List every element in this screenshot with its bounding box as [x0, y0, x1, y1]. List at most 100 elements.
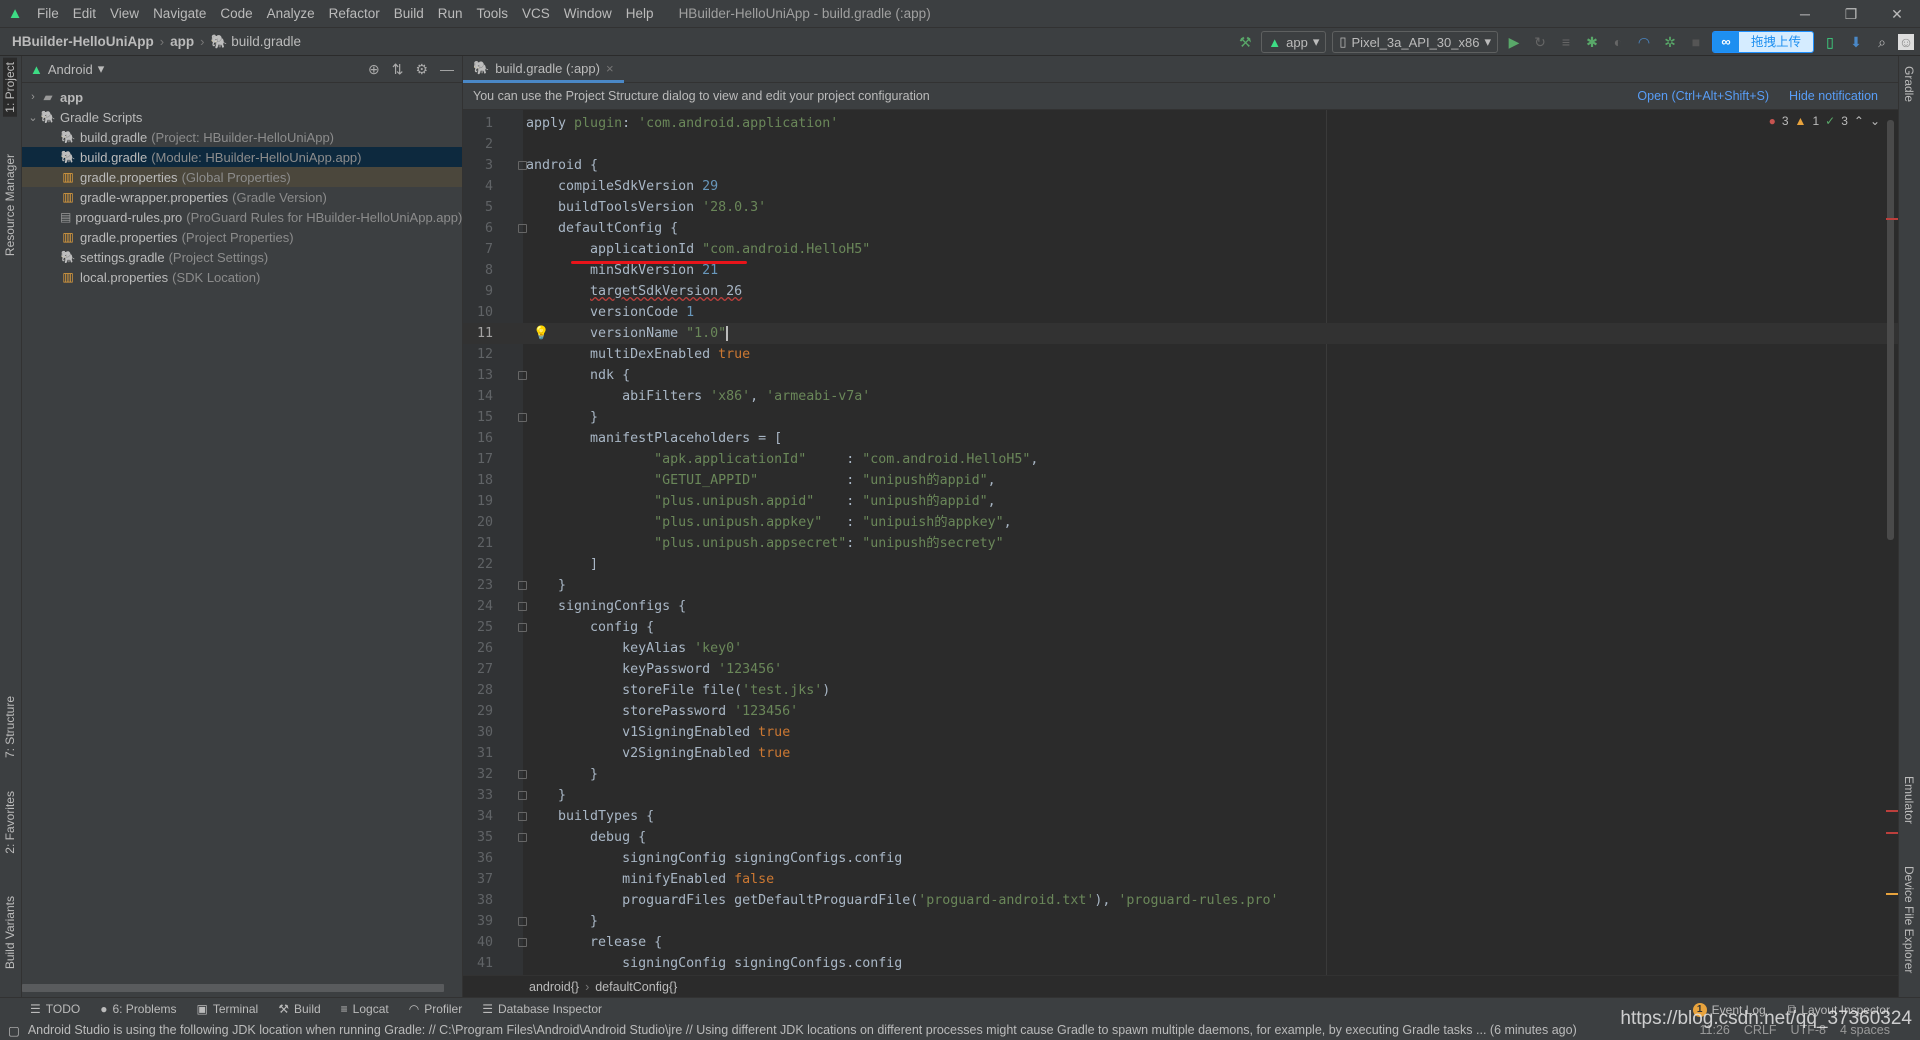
code-line[interactable]: 26 keyAlias 'key0': [463, 638, 1898, 659]
project-view-select[interactable]: Android: [48, 62, 93, 77]
breadcrumb-module[interactable]: app: [170, 34, 194, 49]
run-icon[interactable]: ▶: [1504, 34, 1524, 51]
line-number[interactable]: 26: [463, 638, 493, 659]
device-select[interactable]: ▯ Pixel_3a_API_30_x86 ▾: [1332, 31, 1498, 53]
restore-button[interactable]: ❐: [1828, 0, 1874, 28]
line-number[interactable]: 20: [463, 512, 493, 533]
profiler-tool-button[interactable]: ◠ Profiler: [409, 1002, 463, 1016]
code-line[interactable]: 11 💡 versionName "1.0": [463, 323, 1898, 344]
tree-item[interactable]: ▥ local.properties (SDK Location): [22, 267, 462, 287]
code-line[interactable]: 29 storePassword '123456': [463, 701, 1898, 722]
line-number[interactable]: 22: [463, 554, 493, 575]
apply-changes-icon[interactable]: ↻: [1530, 34, 1550, 51]
line-number[interactable]: 40: [463, 932, 493, 953]
menu-build[interactable]: Build: [387, 6, 431, 21]
line-number[interactable]: 10: [463, 302, 493, 323]
code-line[interactable]: 27 keyPassword '123456': [463, 659, 1898, 680]
code-line[interactable]: 23 }: [463, 575, 1898, 596]
code-line[interactable]: 15 }: [463, 407, 1898, 428]
breadcrumb-android[interactable]: android{}: [529, 980, 579, 994]
code-line[interactable]: 13 ndk {: [463, 365, 1898, 386]
menu-vcs[interactable]: VCS: [515, 6, 557, 21]
apply-code-changes-icon[interactable]: ≡: [1556, 34, 1576, 50]
gradle-tool-button[interactable]: Gradle: [1902, 66, 1916, 102]
code-line[interactable]: 30 v1SigningEnabled true: [463, 722, 1898, 743]
tree-item[interactable]: › ▰ app: [22, 87, 462, 107]
line-number[interactable]: 23: [463, 575, 493, 596]
code-line[interactable]: 22 ]: [463, 554, 1898, 575]
tree-item[interactable]: ▥ gradle.properties (Project Properties): [22, 227, 462, 247]
tool-windows-toggle-icon[interactable]: ▢: [8, 1023, 20, 1038]
error-marker[interactable]: [1886, 832, 1898, 834]
line-number[interactable]: 8: [463, 260, 493, 281]
todo-tool-button[interactable]: ☰ TODO: [30, 1002, 80, 1016]
collapse-all-icon[interactable]: ⇅: [392, 61, 404, 78]
line-number[interactable]: 4: [463, 176, 493, 197]
tree-item[interactable]: ▥ gradle.properties (Global Properties): [22, 167, 462, 187]
account-avatar-icon[interactable]: ☺: [1898, 34, 1914, 50]
code-line[interactable]: 16 manifestPlaceholders = [: [463, 428, 1898, 449]
line-number[interactable]: 12: [463, 344, 493, 365]
menu-help[interactable]: Help: [619, 6, 661, 21]
menu-file[interactable]: File: [30, 6, 66, 21]
gear-icon[interactable]: ⚙: [415, 61, 428, 78]
debug-icon[interactable]: ✱: [1582, 34, 1602, 51]
run-config-select[interactable]: ▲ app ▾: [1261, 31, 1327, 53]
code-line[interactable]: 9 targetSdkVersion 26: [463, 281, 1898, 302]
sdk-manager-icon[interactable]: ⬇: [1846, 34, 1866, 51]
code-line[interactable]: 35 debug {: [463, 827, 1898, 848]
open-project-structure-link[interactable]: Open (Ctrl+Alt+Shift+S): [1637, 89, 1769, 103]
structure-tool-button[interactable]: 7: Structure: [3, 696, 17, 758]
breadcrumb-project[interactable]: HBuilder-HelloUniApp: [12, 34, 154, 49]
code-line[interactable]: 39 }: [463, 911, 1898, 932]
line-number[interactable]: 21: [463, 533, 493, 554]
line-number[interactable]: 37: [463, 869, 493, 890]
make-project-hammer-icon[interactable]: ⚒: [1235, 34, 1255, 51]
tree-item[interactable]: 🐘 build.gradle (Module: HBuilder-HelloUniA…: [22, 147, 462, 167]
hide-panel-icon[interactable]: —: [440, 61, 454, 78]
menu-view[interactable]: View: [103, 6, 146, 21]
tree-item[interactable]: 🐘 build.gradle (Project: HBuilder-HelloUni…: [22, 127, 462, 147]
chevron-right-icon[interactable]: ›: [26, 91, 40, 103]
code-line[interactable]: 21 "plus.unipush.appsecret": "unipush的se…: [463, 533, 1898, 554]
line-number[interactable]: 31: [463, 743, 493, 764]
minimize-button[interactable]: ─: [1782, 0, 1828, 28]
line-number[interactable]: 2: [463, 134, 493, 155]
line-number[interactable]: 9: [463, 281, 493, 302]
resource-manager-tool-button[interactable]: Resource Manager: [3, 154, 17, 256]
code-line[interactable]: 25 config {: [463, 617, 1898, 638]
line-number[interactable]: 17: [463, 449, 493, 470]
line-number[interactable]: 13: [463, 365, 493, 386]
chevron-down-icon[interactable]: ⌄: [26, 111, 40, 124]
code-editor[interactable]: 1 apply plugin: 'com.android.application'…: [463, 110, 1898, 975]
profile-icon[interactable]: ◠: [1634, 34, 1654, 51]
upload-button[interactable]: ∞ 拖拽上传: [1711, 31, 1814, 53]
locate-file-icon[interactable]: ⊕: [368, 61, 380, 78]
line-number[interactable]: 6: [463, 218, 493, 239]
attach-debugger-icon[interactable]: ✲: [1660, 34, 1680, 51]
menu-edit[interactable]: Edit: [66, 6, 103, 21]
code-line[interactable]: 38 proguardFiles getDefaultProguardFile(…: [463, 890, 1898, 911]
line-number[interactable]: 29: [463, 701, 493, 722]
line-number[interactable]: 39: [463, 911, 493, 932]
logcat-tool-button[interactable]: ≡ Logcat: [341, 1002, 389, 1016]
error-marker[interactable]: [1886, 218, 1898, 220]
line-number[interactable]: 32: [463, 764, 493, 785]
search-icon[interactable]: ⌕: [1872, 34, 1892, 51]
tree-item[interactable]: 🐘 settings.gradle (Project Settings): [22, 247, 462, 267]
build-tool-button[interactable]: ⚒ Build: [278, 1002, 320, 1016]
close-tab-icon[interactable]: ×: [606, 61, 614, 76]
code-line[interactable]: 17 "apk.applicationId" : "com.android.He…: [463, 449, 1898, 470]
code-line[interactable]: 1 apply plugin: 'com.android.application': [463, 113, 1898, 134]
tree-item[interactable]: ▤ proguard-rules.pro (ProGuard Rules for H…: [22, 207, 462, 227]
line-number[interactable]: 11: [463, 323, 493, 344]
coverage-icon[interactable]: ◐: [1608, 34, 1628, 50]
build-variants-tool-button[interactable]: Build Variants: [3, 896, 17, 969]
tab-build-gradle-app[interactable]: 🐘 build.gradle (:app) ×: [463, 56, 624, 83]
line-number[interactable]: 28: [463, 680, 493, 701]
code-line[interactable]: 14 abiFilters 'x86', 'armeabi-v7a': [463, 386, 1898, 407]
emulator-tool-button[interactable]: Emulator: [1902, 776, 1916, 824]
line-number[interactable]: 41: [463, 953, 493, 974]
line-number[interactable]: 15: [463, 407, 493, 428]
warning-marker[interactable]: [1886, 893, 1898, 895]
